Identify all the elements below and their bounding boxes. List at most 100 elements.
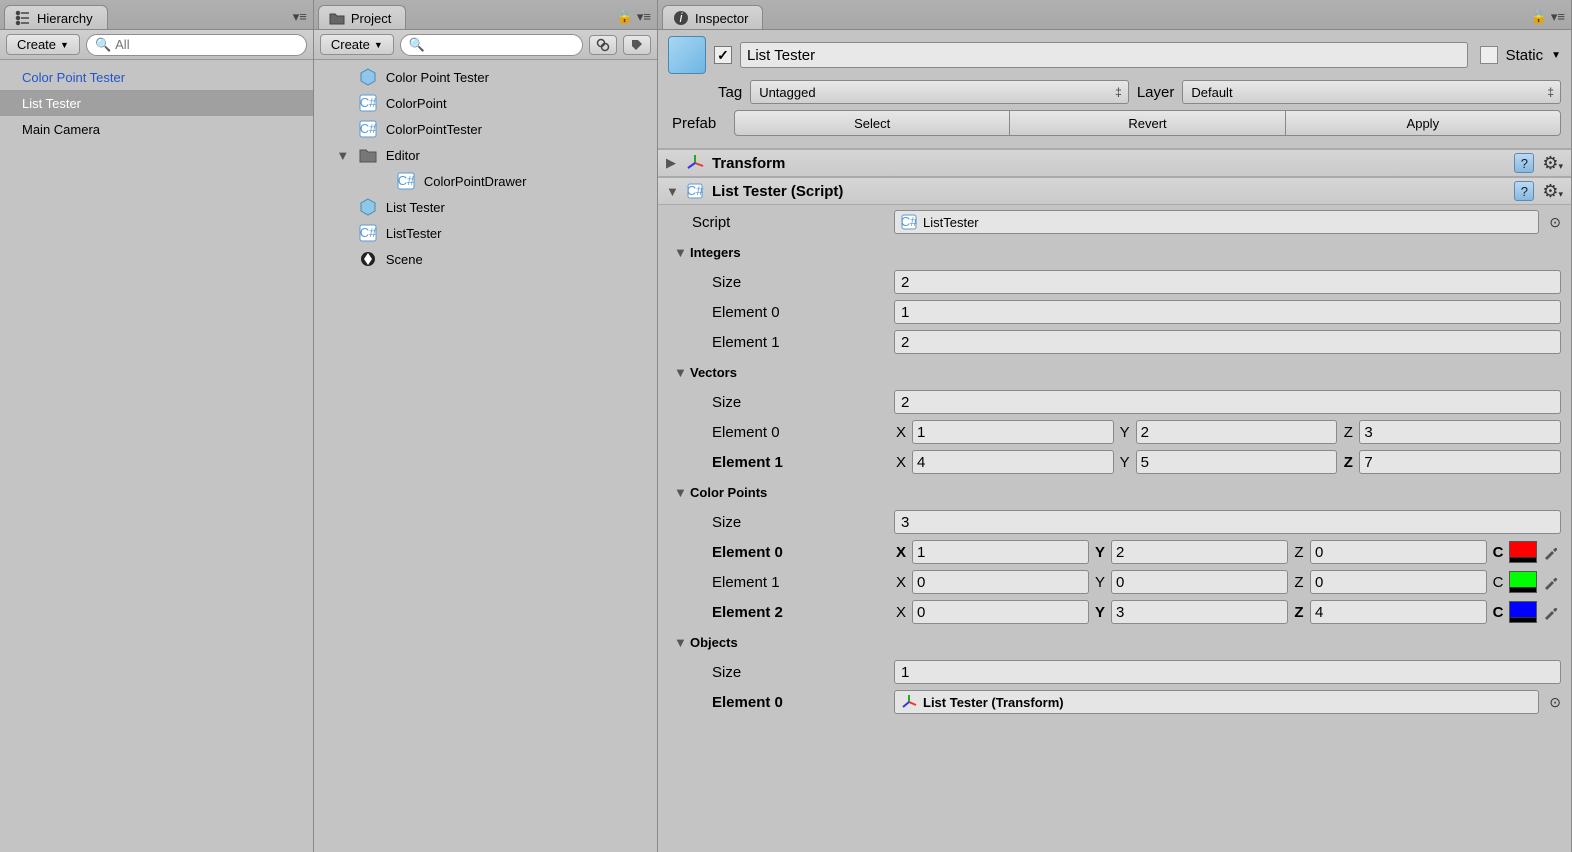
hierarchy-item[interactable]: List Tester (0, 90, 313, 116)
project-create-button[interactable]: Create ▼ (320, 34, 394, 55)
y-field[interactable] (1136, 450, 1338, 474)
objects-size-field[interactable] (894, 660, 1561, 684)
hierarchy-search[interactable]: 🔍 (86, 34, 307, 56)
object-picker-icon[interactable]: ⊙ (1549, 694, 1561, 711)
project-item[interactable]: C# ColorPoint (314, 90, 657, 116)
x-label: X (894, 544, 908, 561)
hierarchy-item[interactable]: Main Camera (0, 116, 313, 142)
x-field[interactable] (912, 600, 1089, 624)
z-field[interactable] (1359, 450, 1561, 474)
hierarchy-item-label: Main Camera (22, 122, 100, 137)
project-item[interactable]: Color Point Tester (314, 64, 657, 90)
project-item[interactable]: C#ColorPointTester (314, 116, 657, 142)
colorpoints-foldout[interactable]: ▼Color Points (668, 484, 888, 501)
cs-icon: C# (358, 93, 378, 113)
project-item[interactable]: C#ListTester (314, 220, 657, 246)
project-tab-menu[interactable]: ▾≡ (637, 9, 651, 25)
element-label: Element 2 (668, 604, 888, 621)
help-icon[interactable]: ? (1514, 181, 1534, 201)
vectors-foldout[interactable]: ▼Vectors (668, 364, 888, 381)
y-field[interactable] (1111, 600, 1288, 624)
transform-title: Transform (712, 155, 1506, 172)
y-field[interactable] (1111, 570, 1288, 594)
z-field[interactable] (1310, 570, 1487, 594)
inspector-tab[interactable]: i Inspector (662, 5, 763, 29)
prefab-label: Prefab (668, 115, 726, 132)
z-label: Z (1292, 574, 1306, 591)
static-checkbox[interactable] (1480, 46, 1498, 64)
gear-icon[interactable]: ⚙▾ (1542, 181, 1563, 202)
c-label: C (1491, 604, 1505, 621)
size-label: Size (668, 664, 888, 681)
x-field[interactable] (912, 540, 1089, 564)
hierarchy-tab[interactable]: Hierarchy (4, 5, 108, 29)
project-tab[interactable]: Project (318, 5, 406, 29)
x-label: X (894, 604, 908, 621)
project-item-label: Color Point Tester (386, 70, 489, 85)
prefab-apply-button[interactable]: Apply (1286, 110, 1561, 136)
cs-icon: C# (396, 171, 416, 191)
hierarchy-search-input[interactable] (115, 37, 298, 52)
script-component-header[interactable]: ▼ C# List Tester (Script) ? ⚙▾ (658, 177, 1571, 205)
prefab-select-button[interactable]: Select (734, 110, 1010, 136)
z-field[interactable] (1359, 420, 1561, 444)
transform-component-header[interactable]: ▶ Transform ? ⚙▾ (658, 149, 1571, 177)
object-picker-icon[interactable]: ⊙ (1549, 214, 1561, 231)
lock-icon[interactable]: 🔒 (1531, 9, 1547, 25)
project-item-label: ColorPoint (386, 96, 447, 111)
integers-size-field[interactable] (894, 270, 1561, 294)
layer-dropdown[interactable]: Default (1182, 80, 1561, 104)
color-swatch[interactable] (1509, 571, 1537, 593)
vectors-size-field[interactable] (894, 390, 1561, 414)
project-search[interactable]: 🔍 (400, 34, 583, 56)
object-field[interactable]: List Tester (Transform) (894, 690, 1539, 714)
x-field[interactable] (912, 450, 1114, 474)
eyedropper-icon[interactable] (1541, 542, 1561, 562)
c-label: C (1491, 544, 1505, 561)
info-icon: i (673, 10, 689, 26)
project-search-input[interactable] (429, 37, 574, 52)
gameobject-icon[interactable] (668, 36, 706, 74)
project-item[interactable]: ▼Editor (314, 142, 657, 168)
gear-icon[interactable]: ⚙▾ (1542, 153, 1563, 174)
z-field[interactable] (1310, 540, 1487, 564)
color-swatch[interactable] (1509, 601, 1537, 623)
project-item[interactable]: Scene (314, 246, 657, 272)
y-field[interactable] (1136, 420, 1338, 444)
script-field[interactable]: C# ListTester (894, 210, 1539, 234)
int-field[interactable] (894, 300, 1561, 324)
z-label: Z (1292, 604, 1306, 621)
active-checkbox[interactable]: ✓ (714, 46, 732, 64)
x-label: X (894, 454, 908, 471)
inspector-tab-menu[interactable]: ▾≡ (1551, 9, 1565, 25)
help-icon[interactable]: ? (1514, 153, 1534, 173)
tag-dropdown[interactable]: Untagged (750, 80, 1129, 104)
static-dropdown[interactable]: ▼ (1551, 50, 1561, 61)
int-field[interactable] (894, 330, 1561, 354)
filter-by-type-button[interactable] (589, 35, 617, 55)
svg-text:C#: C# (901, 214, 917, 229)
z-field[interactable] (1310, 600, 1487, 624)
foldout-icon[interactable]: ▼ (336, 148, 350, 163)
y-field[interactable] (1111, 540, 1288, 564)
prefab-revert-button[interactable]: Revert (1010, 110, 1285, 136)
project-item[interactable]: C#ColorPointDrawer (314, 168, 657, 194)
filter-by-label-button[interactable] (623, 35, 651, 55)
objects-foldout[interactable]: ▼Objects (668, 634, 888, 651)
project-item[interactable]: List Tester (314, 194, 657, 220)
color-swatch[interactable] (1509, 541, 1537, 563)
search-icon: 🔍 (95, 37, 111, 53)
hierarchy-tab-menu[interactable]: ▾≡ (293, 9, 313, 29)
x-field[interactable] (912, 420, 1114, 444)
colorpoints-size-field[interactable] (894, 510, 1561, 534)
integers-foldout[interactable]: ▼Integers (668, 244, 888, 261)
eyedropper-icon[interactable] (1541, 572, 1561, 592)
x-field[interactable] (912, 570, 1089, 594)
gameobject-name-input[interactable] (740, 42, 1468, 68)
eyedropper-icon[interactable] (1541, 602, 1561, 622)
lock-icon[interactable]: 🔒 (617, 9, 633, 25)
scene-icon (358, 249, 378, 269)
hierarchy-create-button[interactable]: Create ▼ (6, 34, 80, 55)
svg-text:C#: C# (360, 225, 377, 240)
hierarchy-item[interactable]: Color Point Tester (0, 64, 313, 90)
